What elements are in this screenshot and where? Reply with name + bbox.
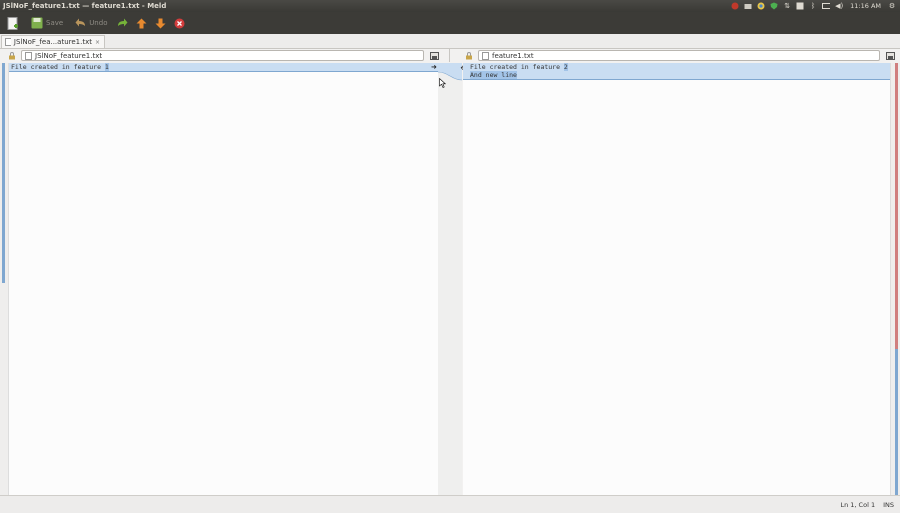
document-icon	[482, 51, 489, 60]
changed-text: 1	[104, 63, 109, 71]
battery-icon[interactable]	[822, 2, 831, 10]
tab-bar: JSlNoF_fea...ature1.txt ×	[0, 34, 900, 49]
right-line-1[interactable]: File created in feature 2	[463, 63, 890, 71]
left-map-marker	[2, 63, 5, 283]
right-line-2[interactable]: And new line	[463, 71, 890, 79]
bluetooth-icon[interactable]: ᛒ	[809, 2, 817, 10]
window-title: JSlNoF_feature1.txt — feature1.txt - Mel…	[3, 2, 167, 10]
lock-icon[interactable]	[6, 51, 17, 60]
close-tab-icon[interactable]: ×	[95, 39, 100, 46]
mouse-pointer-icon	[439, 78, 446, 88]
left-save-button[interactable]	[428, 50, 440, 61]
save-button[interactable]: Save	[27, 14, 67, 32]
push-right-arrow-icon[interactable]: ➜	[431, 63, 437, 71]
line-text: File created in feature	[470, 63, 564, 71]
link-map[interactable]: ➜ 🡐	[431, 63, 479, 495]
toolbar: Save Undo	[0, 12, 900, 34]
left-overview-map[interactable]	[0, 63, 9, 495]
shield-icon[interactable]	[770, 2, 778, 10]
previous-change-button[interactable]	[132, 14, 151, 32]
ubuntu-one-icon[interactable]	[731, 2, 739, 10]
changed-text: And new line	[470, 71, 517, 79]
left-line-1[interactable]: File created in feature 1	[9, 63, 438, 72]
right-change-block: File created in feature 2 And new line	[463, 63, 890, 80]
redo-button[interactable]	[113, 14, 132, 32]
keyboard-layout-icon[interactable]	[796, 2, 804, 10]
left-filename: JSlNoF_feature1.txt	[35, 51, 103, 60]
document-icon	[25, 51, 32, 60]
right-filename: feature1.txt	[492, 51, 534, 60]
folder-icon[interactable]	[744, 2, 752, 10]
changed-text: 2	[563, 63, 568, 71]
save-label: Save	[46, 19, 64, 27]
tab-label: JSlNoF_fea...ature1.txt	[13, 38, 92, 46]
network-icon[interactable]: ⇅	[783, 2, 791, 10]
undo-label: Undo	[89, 19, 108, 27]
left-file-chooser[interactable]: JSlNoF_feature1.txt	[21, 50, 424, 61]
clock[interactable]: 11:16 AM	[850, 2, 881, 10]
arrow-down-icon	[155, 18, 166, 28]
status-bar: Ln 1, Col 1 INS	[0, 495, 900, 513]
save-file-icon	[429, 51, 439, 60]
redo-icon	[118, 18, 128, 27]
document-icon	[5, 38, 11, 46]
lock-icon[interactable]	[463, 51, 474, 60]
left-file-row: JSlNoF_feature1.txt	[6, 49, 440, 62]
right-save-button[interactable]	[884, 50, 896, 61]
next-change-button[interactable]	[151, 14, 170, 32]
save-file-icon	[885, 51, 895, 60]
right-map-marker-change	[895, 63, 898, 349]
right-overview-map[interactable]	[890, 63, 900, 495]
pane-divider	[449, 49, 450, 62]
top-panel: JSlNoF_feature1.txt — feature1.txt - Mel…	[0, 0, 900, 12]
save-icon	[31, 17, 43, 29]
undo-icon	[75, 18, 86, 27]
volume-icon[interactable]: ◀)	[835, 2, 843, 10]
cursor-position: Ln 1, Col 1	[840, 500, 876, 509]
right-map-marker-insert	[895, 349, 898, 495]
undo-button[interactable]: Undo	[71, 14, 111, 32]
chrome-icon[interactable]	[757, 2, 765, 10]
line-text: File created in feature	[11, 63, 105, 71]
stop-icon	[174, 18, 185, 28]
right-text-pane[interactable]: File created in feature 2 And new line	[463, 63, 890, 495]
arrow-up-icon	[136, 18, 147, 28]
right-file-row: feature1.txt	[463, 49, 896, 62]
tab-comparison[interactable]: JSlNoF_fea...ature1.txt ×	[1, 35, 105, 48]
insert-mode: INS	[883, 500, 894, 509]
left-text-pane[interactable]: File created in feature 1	[9, 63, 438, 495]
gear-icon[interactable]: ⚙	[888, 2, 896, 10]
new-document-icon	[7, 16, 18, 30]
new-comparison-button[interactable]	[3, 14, 23, 32]
right-file-chooser[interactable]: feature1.txt	[478, 50, 880, 61]
stop-button[interactable]	[170, 14, 189, 32]
system-tray: ⇅ ᛒ ◀) 11:16 AM ⚙	[731, 2, 900, 10]
